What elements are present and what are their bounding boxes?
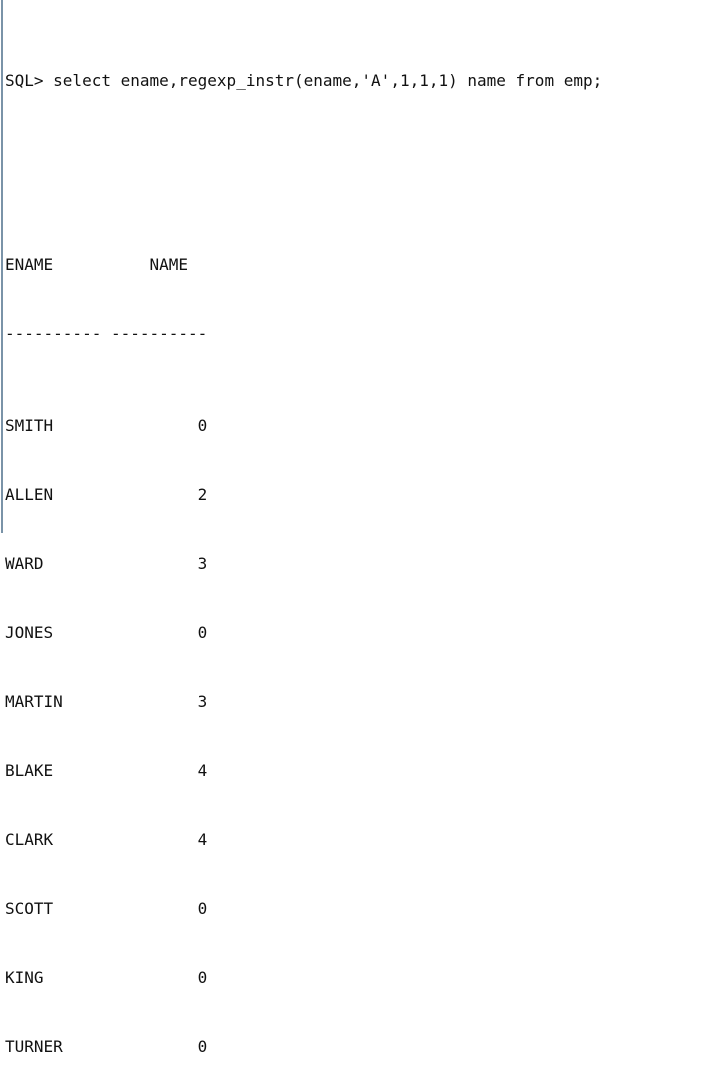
result-header-row-1: ENAME NAME: [5, 255, 189, 274]
table-row: SMITH 0: [5, 416, 208, 435]
table-row: CLARK 4: [5, 830, 208, 849]
table-row: KING 0: [5, 968, 208, 987]
console-output[interactable]: SQL> select ename,regexp_instr(ename,'A'…: [5, 0, 703, 1066]
result-separator-1: ---------- ----------: [5, 324, 208, 343]
sqlplus-console-window: SQL> select ename,regexp_instr(ename,'A'…: [0, 0, 703, 1056]
table-row: MARTIN 3: [5, 692, 208, 711]
table-row: BLAKE 4: [5, 761, 208, 780]
table-row: WARD 3: [5, 554, 208, 573]
table-row: JONES 0: [5, 623, 208, 642]
sql-prompt-line: SQL> select ename,regexp_instr(ename,'A'…: [5, 71, 603, 90]
table-row: SCOTT 0: [5, 899, 208, 918]
left-edge-rule: [1, 0, 3, 533]
table-row: ALLEN 2: [5, 485, 208, 504]
table-row: TURNER 0: [5, 1037, 208, 1056]
